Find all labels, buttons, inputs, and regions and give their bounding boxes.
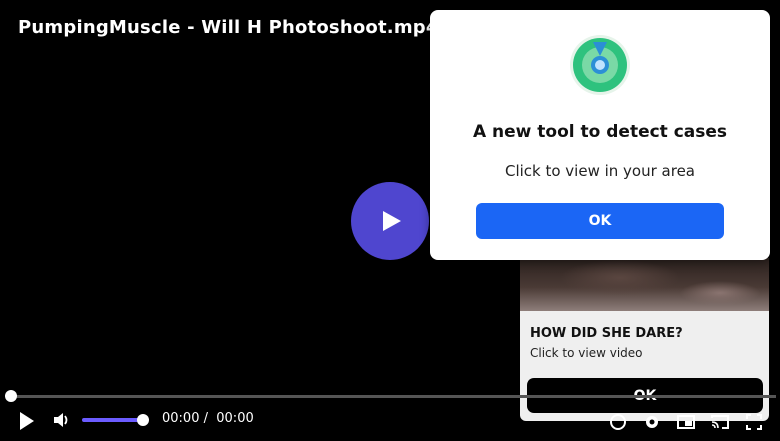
time-display: 00:00 / 00:00: [162, 411, 254, 426]
captions-icon[interactable]: [608, 412, 628, 432]
video-player[interactable]: PumpingMuscle - Will H Photoshoot.mp4 HO…: [0, 0, 780, 441]
duration: 00:00: [216, 411, 254, 426]
volume-handle[interactable]: [137, 414, 149, 426]
location-tracker-icon: [570, 35, 630, 95]
cast-icon[interactable]: [710, 412, 730, 432]
play-icon: [383, 211, 401, 231]
popup-title: A new tool to detect cases: [472, 122, 728, 142]
fullscreen-icon[interactable]: [744, 412, 764, 432]
big-play-button[interactable]: [351, 182, 429, 260]
play-icon[interactable]: [18, 411, 36, 431]
progress-handle[interactable]: [5, 390, 17, 402]
notification-popup: A new tool to detect cases Click to view…: [430, 10, 770, 260]
progress-bar[interactable]: [11, 395, 776, 398]
volume-icon[interactable]: [52, 411, 72, 429]
volume-slider[interactable]: [82, 418, 144, 422]
ad-title: HOW DID SHE DARE?: [530, 326, 683, 341]
settings-icon[interactable]: [642, 412, 662, 432]
popup-ok-button[interactable]: OK: [476, 203, 724, 239]
current-time: 00:00: [162, 411, 200, 426]
ad-image: [520, 258, 769, 311]
time-separator: /: [203, 411, 208, 426]
ad-subtitle: Click to view video: [530, 346, 643, 360]
control-icons: [608, 412, 764, 432]
video-title: PumpingMuscle - Will H Photoshoot.mp4: [18, 17, 439, 38]
popup-text: Click to view in your area: [504, 162, 696, 180]
pip-icon[interactable]: [676, 412, 696, 432]
